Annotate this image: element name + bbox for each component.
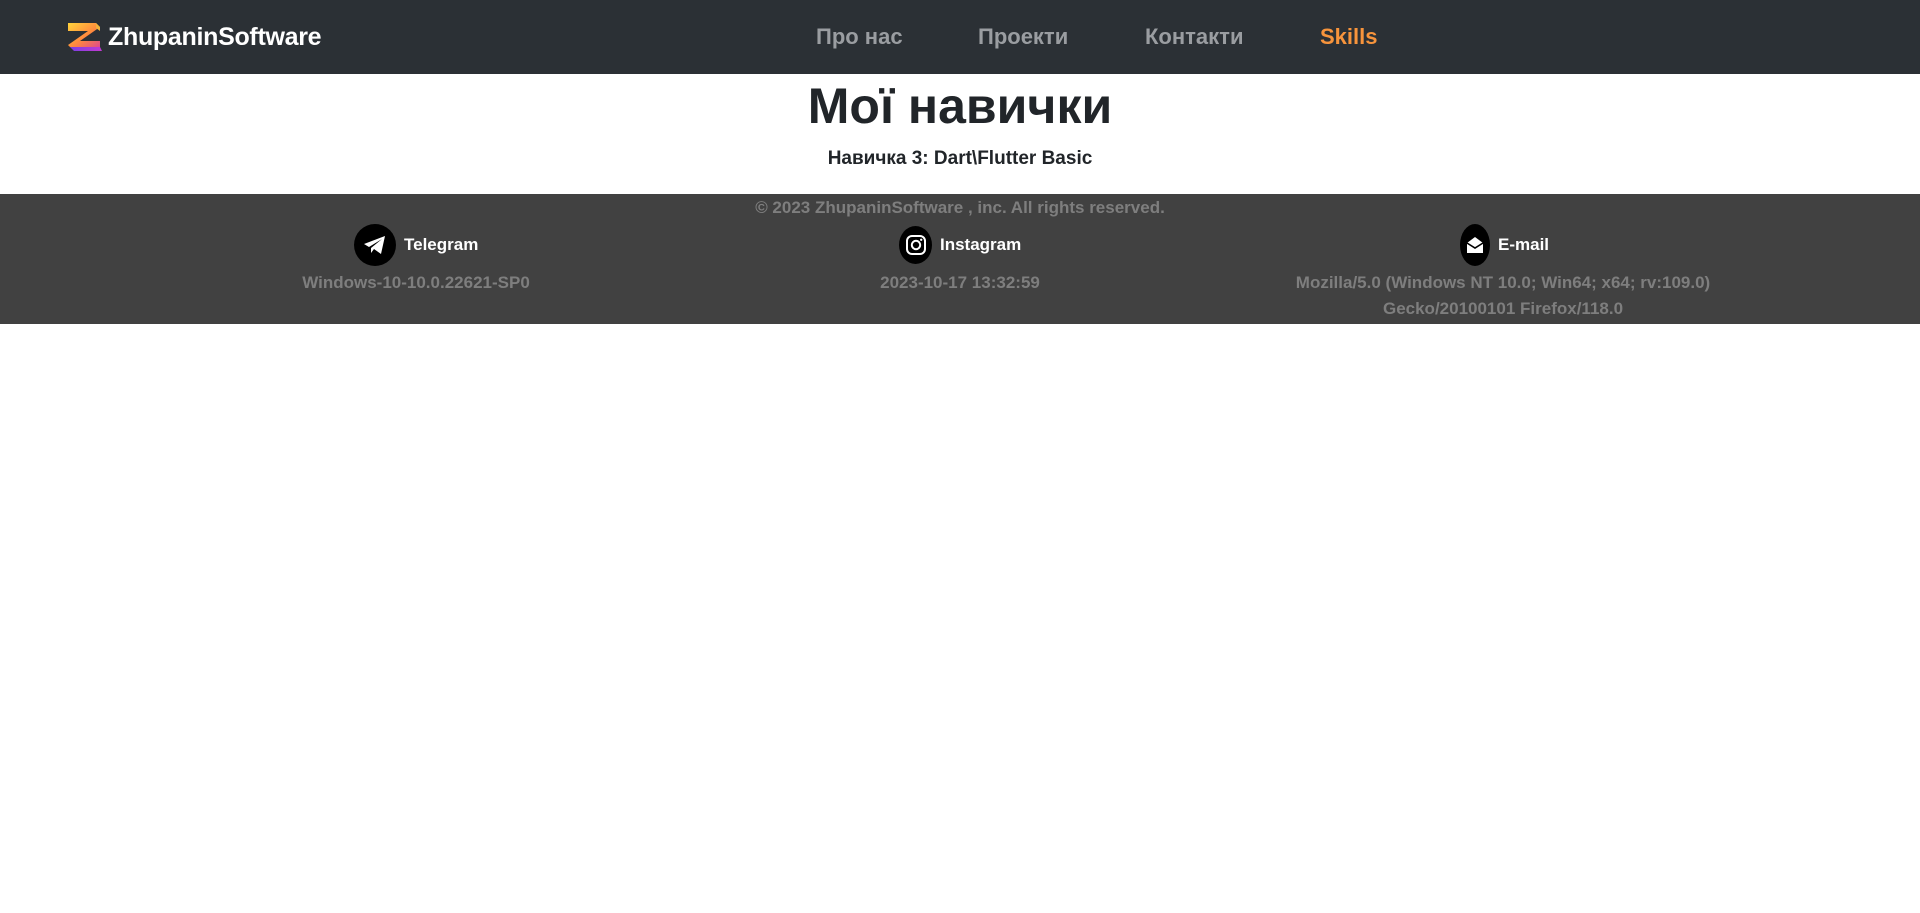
user-agent-line-1: Mozilla/5.0 (Windows NT 10.0; Win64; x64… — [1295, 273, 1711, 292]
email-link[interactable]: E-mail — [1460, 224, 1549, 266]
email-icon — [1460, 224, 1490, 266]
os-info: Windows-10-10.0.22621-SP0 — [302, 273, 530, 292]
page-title: Мої навички — [807, 78, 1113, 134]
telegram-icon — [354, 224, 396, 266]
datetime-info: 2023-10-17 13:32:59 — [880, 273, 1040, 292]
instagram-label: Instagram — [940, 235, 1022, 254]
navbar: ZhupaninSoftware Про нас Проекти Контакт… — [0, 0, 1920, 74]
instagram-link[interactable]: Instagram — [899, 224, 1021, 266]
footer: © 2023 ZhupaninSoftware , inc. All right… — [0, 194, 1920, 324]
nav-link-about[interactable]: Про нас — [816, 22, 903, 52]
main-nav: Про нас Проекти Контакти Skills — [0, 0, 1920, 74]
telegram-link[interactable]: Telegram — [354, 224, 478, 266]
instagram-icon — [899, 226, 932, 264]
skill-item: Навичка 3: Dart\Flutter Basic — [827, 148, 1093, 169]
nav-link-skills[interactable]: Skills — [1320, 22, 1377, 52]
copyright-text: © 2023 ZhupaninSoftware , inc. All right… — [755, 198, 1165, 217]
telegram-label: Telegram — [404, 235, 479, 254]
user-agent-line-2: Gecko/20100101 Firefox/118.0 — [1382, 299, 1624, 318]
nav-link-contacts[interactable]: Контакти — [1145, 22, 1243, 52]
nav-link-projects[interactable]: Проекти — [978, 22, 1068, 52]
main-content: Мої навички Навичка 3: Dart\Flutter Basi… — [0, 74, 1920, 194]
email-label: E-mail — [1498, 235, 1550, 254]
